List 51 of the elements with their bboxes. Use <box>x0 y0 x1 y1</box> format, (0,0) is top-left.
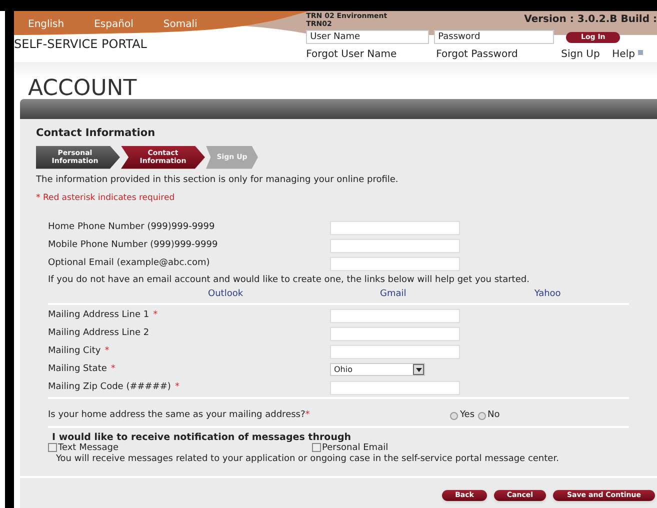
help-icon <box>638 50 643 55</box>
field-label: Home Phone Number (999)999-9999 <box>48 220 215 234</box>
version-text: Version : 3.0.2.B Build : <box>524 13 657 27</box>
field-label: Mailing Address Line 2 <box>48 326 150 340</box>
field-label: Mailing Zip Code (#####) <box>48 380 171 394</box>
language-link[interactable]: Español <box>94 17 134 37</box>
input-field[interactable] <box>330 344 460 358</box>
header-link[interactable]: Forgot User Name <box>306 47 436 62</box>
page-title: ACCOUNT <box>28 79 138 99</box>
input-field[interactable] <box>330 308 460 322</box>
required-note: * Red asterisk indicates required <box>36 192 176 205</box>
radio-option[interactable]: Yes <box>450 409 475 422</box>
header-link[interactable]: Sign Up <box>561 47 612 62</box>
input-field[interactable] <box>330 238 460 252</box>
input-field[interactable] <box>330 220 460 234</box>
required-mark: * <box>174 380 180 394</box>
input-field[interactable] <box>330 326 460 340</box>
required-mark: * <box>110 362 116 376</box>
checkbox[interactable] <box>312 443 321 452</box>
portal-title: SELF-SERVICE PORTAL <box>14 38 148 50</box>
section-title: Contact Information <box>36 126 156 141</box>
checkbox-option[interactable]: Text Message <box>48 442 312 452</box>
required-mark: * <box>153 308 158 322</box>
email-provider-link[interactable]: Gmail <box>380 288 406 301</box>
field-label: Mobile Phone Number (999)999-9999 <box>48 238 218 252</box>
email-provider-link[interactable]: Yahoo <box>534 288 561 301</box>
username-field[interactable]: User Name <box>306 30 430 44</box>
field-label: Mailing Address Line 1 <box>48 308 150 322</box>
radio-button[interactable] <box>478 412 486 420</box>
notification-heading: I would like to receive notification of messages through <box>51 432 352 442</box>
state-dropdown[interactable]: Ohio <box>330 363 425 376</box>
radio-option[interactable]: No <box>478 409 500 422</box>
header-link[interactable]: Help <box>612 47 635 62</box>
header-link[interactable]: Forgot Password <box>436 47 562 62</box>
required-mark: * <box>104 344 110 358</box>
checkbox-option[interactable]: Personal Email <box>312 442 388 452</box>
input-field[interactable] <box>330 256 460 270</box>
field-label: Mailing City <box>48 344 101 358</box>
language-link[interactable]: Somali <box>163 17 198 37</box>
input-field[interactable] <box>330 380 460 394</box>
password-field[interactable]: Password <box>434 30 554 44</box>
email-help-text: If you do not have an email account and would like to create one, the links below will help get you started. <box>47 274 530 287</box>
notification-note: You will receive messages related to your application or ongoing case in the self-service portal message center. <box>55 454 560 464</box>
field-label: Optional Email (example@abc.com) <box>48 256 210 270</box>
question-text: Is your home address the same as your mailing address?* <box>48 409 311 422</box>
email-provider-link[interactable]: Outlook <box>208 288 244 301</box>
checkbox[interactable] <box>48 443 57 452</box>
radio-button[interactable] <box>450 412 458 420</box>
field-label: Mailing State <box>48 362 107 376</box>
language-link[interactable]: English <box>28 17 64 37</box>
intro-text: The information provided in this section is only for managing your online profile. <box>36 174 400 187</box>
